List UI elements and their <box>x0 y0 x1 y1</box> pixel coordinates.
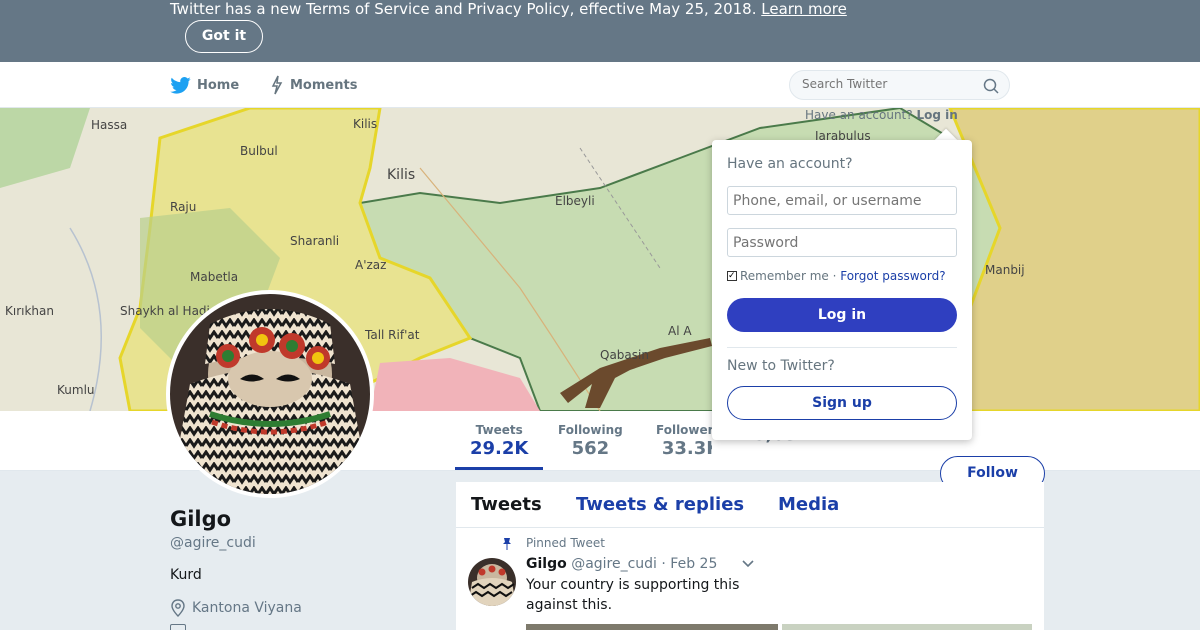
nav-home[interactable]: Home <box>170 62 239 108</box>
got-it-button[interactable]: Got it <box>185 20 263 53</box>
separator-dot: · <box>828 269 841 283</box>
location-pin-icon <box>171 599 185 617</box>
stat-value: 33.3K <box>661 438 712 459</box>
map-label: Tall Rif'at <box>365 328 420 342</box>
password-field[interactable] <box>727 228 957 257</box>
terms-banner: Twitter has a new Terms of Service and P… <box>0 0 1200 62</box>
tweet-media-image[interactable] <box>526 624 778 630</box>
stat-value: 562 <box>571 438 610 459</box>
banner-message: Twitter has a new Terms of Service and P… <box>170 0 847 18</box>
tweet-text: Your country is supporting this against … <box>526 577 740 613</box>
forgot-password-link[interactable]: Forgot password? <box>840 269 945 283</box>
tab-tweets-replies[interactable]: Tweets & replies <box>576 494 744 515</box>
active-stat-underline <box>455 467 543 470</box>
stat-label: Following <box>558 423 623 437</box>
map-label: Mabetla <box>190 270 239 284</box>
map-label: Sharanli <box>290 234 340 248</box>
search-box[interactable] <box>789 70 1010 100</box>
map-label: Elbeyli <box>555 194 595 208</box>
nav-moments-label: Moments <box>290 77 358 93</box>
map-label: Manbij <box>985 263 1025 277</box>
lightning-icon <box>271 75 283 95</box>
tab-tweets[interactable]: Tweets <box>471 494 542 515</box>
stat-tweets[interactable]: Tweets 29.2K <box>470 423 528 459</box>
search-icon[interactable] <box>983 78 999 94</box>
login-title: Have an account? <box>727 156 853 172</box>
profile-location: Kantona Viyana <box>170 599 302 617</box>
remember-row: ✓ Remember me · Forgot password? <box>727 269 946 283</box>
map-label: Bulbul <box>240 144 278 158</box>
have-account-link[interactable]: Have an account? Log in <box>805 108 958 122</box>
map-label: Raju <box>170 200 197 214</box>
map-label: Kilis <box>353 117 378 131</box>
map-label: Kilis <box>387 167 416 183</box>
stat-value: 29.2K <box>470 438 529 459</box>
tweet-avatar[interactable] <box>468 558 516 606</box>
stat-following[interactable]: Following 562 <box>558 423 623 459</box>
top-nav: Home Moments <box>0 62 1200 108</box>
search-input[interactable] <box>802 77 972 91</box>
profile-handle: @agire_cudi <box>170 535 256 551</box>
tweet-date[interactable]: · Feb 25 <box>661 556 717 572</box>
tweet-avatar-image <box>468 558 516 606</box>
twitter-bird-icon <box>170 76 191 94</box>
banner-text: Twitter has a new Terms of Service and P… <box>170 0 757 18</box>
tweet-header: Gilgo @agire_cudi · Feb 25 <box>526 556 717 572</box>
tab-media[interactable]: Media <box>778 494 839 515</box>
divider <box>727 347 957 348</box>
signup-button[interactable]: Sign up <box>727 386 957 420</box>
tweet-author-name[interactable]: Gilgo <box>526 556 567 572</box>
username-field[interactable] <box>727 186 957 215</box>
remember-label[interactable]: Remember me <box>740 269 829 283</box>
remember-checkbox[interactable]: ✓ <box>727 271 737 281</box>
pinned-tweet-label: Pinned Tweet <box>526 536 605 550</box>
map-label: Hassa <box>91 118 128 132</box>
calendar-icon <box>170 624 186 630</box>
timeline-tabs: Tweets Tweets & replies Media <box>456 482 1044 528</box>
map-label: Kırıkhan <box>5 304 54 318</box>
learn-more-link[interactable]: Learn more <box>761 0 847 18</box>
map-label: Al A <box>668 324 692 338</box>
avatar-image <box>170 294 370 494</box>
profile-bio: Kurd <box>170 567 202 583</box>
tweet-author-handle[interactable]: @agire_cudi <box>571 556 657 572</box>
new-to-twitter-label: New to Twitter? <box>727 358 835 374</box>
profile-location-text: Kantona Viyana <box>192 600 302 616</box>
stat-label: Followers <box>656 423 712 437</box>
stat-followers[interactable]: Followers 33.3K <box>656 423 712 459</box>
map-label: Qabasin <box>600 348 649 362</box>
login-dropdown: Have an account? ✓ Remember me · Forgot … <box>712 140 972 440</box>
nav-home-label: Home <box>197 77 240 93</box>
login-link[interactable]: Log in <box>916 108 957 122</box>
stat-label: Tweets <box>475 423 523 437</box>
profile-name: Gilgo <box>170 507 232 531</box>
have-account-text: Have an account? <box>805 108 913 122</box>
timeline: Tweets Tweets & replies Media Pinned Twe… <box>456 482 1044 630</box>
profile-avatar[interactable] <box>166 290 374 498</box>
pin-icon <box>503 538 511 550</box>
tweet-media-image[interactable] <box>782 624 1032 630</box>
map-label: A'zaz <box>355 258 387 272</box>
login-button[interactable]: Log in <box>727 298 957 332</box>
nav-moments[interactable]: Moments <box>270 62 357 108</box>
chevron-down-icon[interactable] <box>742 560 754 568</box>
map-label: Kumlu <box>57 383 95 397</box>
